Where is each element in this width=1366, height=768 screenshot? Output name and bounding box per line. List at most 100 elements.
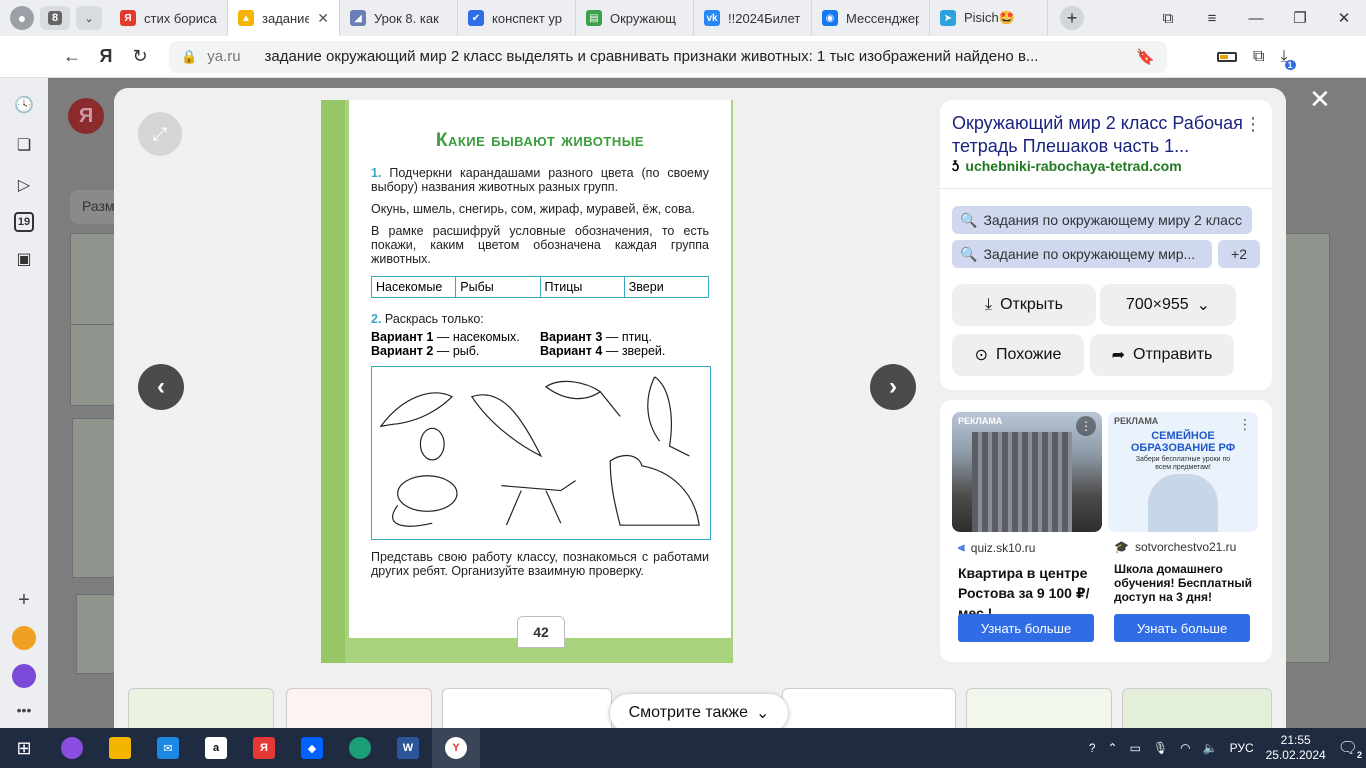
related-image-thumbnail[interactable]: [966, 688, 1112, 728]
source-favicon-icon: Ꮌ: [952, 158, 960, 174]
share-button[interactable]: ➦ Отправить: [1090, 334, 1234, 376]
browser-tab[interactable]: ▲ задание о ✕: [228, 0, 340, 36]
related-image-thumbnail[interactable]: [442, 688, 612, 728]
file-explorer-icon[interactable]: [96, 728, 144, 768]
similar-label: Похожие: [996, 346, 1062, 363]
tab-count-button[interactable]: 8: [40, 6, 70, 30]
related-query-chip[interactable]: 🔍 Задания по окружающему миру 2 класс: [952, 206, 1252, 234]
titmouse-drawing: [647, 376, 690, 457]
chevron-down-icon[interactable]: ⌄: [76, 6, 102, 30]
lock-icon[interactable]: 🔒: [181, 49, 197, 65]
word-icon[interactable]: W: [384, 728, 432, 768]
notifications-icon[interactable]: 🗨 2: [1338, 738, 1362, 760]
help-icon[interactable]: ?: [1089, 741, 1096, 755]
grasshopper-drawing: [501, 480, 576, 526]
reload-icon[interactable]: ↻: [123, 46, 157, 67]
extensions-icon[interactable]: ⧉: [1253, 48, 1264, 66]
tab-favicon-icon: Я: [120, 10, 136, 26]
bookmark-icon[interactable]: 🔖: [1136, 48, 1155, 66]
close-window-button[interactable]: ✕: [1322, 9, 1366, 27]
volume-icon[interactable]: 🔈: [1203, 741, 1218, 755]
learn-more-button[interactable]: Узнать больше: [958, 614, 1094, 642]
legend-table: Насекомые Рыбы Птицы Звери: [371, 276, 709, 298]
close-tab-icon[interactable]: ✕: [317, 10, 329, 27]
chevron-up-icon[interactable]: ⌃: [1108, 741, 1118, 755]
more-chips-button[interactable]: +2: [1218, 240, 1260, 268]
graduation-cap-icon: 🎓: [1114, 540, 1129, 554]
download-icon: ⤓: [985, 296, 993, 313]
ads-panel: РЕКЛАМА ⋮ ⪡ quiz.sk10.ru Квартира в центр…: [940, 400, 1272, 662]
tab-label: !!2024Билет: [728, 10, 801, 26]
history-icon[interactable]: 🕓: [11, 92, 37, 118]
previous-image-button[interactable]: ‹: [138, 364, 184, 410]
battery-tray-icon[interactable]: ▭: [1130, 741, 1141, 755]
clock[interactable]: 21:55 25.02.2024: [1266, 733, 1326, 763]
profile-avatar[interactable]: ●: [10, 6, 34, 30]
browser-tab[interactable]: ▤ Окружающ: [576, 0, 694, 36]
menu-icon[interactable]: ≡: [1190, 10, 1234, 27]
add-icon[interactable]: +: [18, 589, 30, 612]
see-also-button[interactable]: Смотрите также ⌄: [609, 693, 789, 733]
related-query-chip[interactable]: 🔍 Задание по окружающему мир...: [952, 240, 1212, 268]
tab-label: Мессенджер: [846, 10, 919, 26]
related-image-thumbnail[interactable]: [1122, 688, 1272, 728]
related-image-thumbnail[interactable]: [286, 688, 432, 728]
browser-tab[interactable]: ◢ Урок 8. как: [340, 0, 458, 36]
battery-icon[interactable]: [1217, 51, 1237, 62]
amazon-icon[interactable]: a: [192, 728, 240, 768]
ad-domain: ⪡ quiz.sk10.ru: [958, 540, 1102, 555]
next-image-button[interactable]: ›: [870, 364, 916, 410]
back-icon[interactable]: ←: [55, 46, 89, 67]
variant-label: Вариант 3: [540, 330, 603, 344]
more-options-icon[interactable]: ⋮: [1076, 416, 1096, 436]
yandex-browser-taskbar-icon[interactable]: Я: [240, 728, 288, 768]
variants: Вариант 1 — насекомых. Вариант 3 — птиц.…: [371, 330, 709, 358]
source-link[interactable]: Ꮌuchebniki-rabochaya-tetrad.com: [952, 158, 1182, 175]
url-field[interactable]: 🔒 ya.ru задание окружающий мир 2 класс в…: [169, 40, 1167, 73]
ad-card[interactable]: РЕКЛАМА ⋮ ⪡ quiz.sk10.ru Квартира в центр…: [952, 412, 1102, 650]
more-options-icon[interactable]: ⋮: [1244, 114, 1262, 135]
app-icon[interactable]: [12, 626, 36, 650]
yandex-active-icon[interactable]: Y: [432, 728, 480, 768]
dropbox-icon[interactable]: ◆: [288, 728, 336, 768]
browser-tab[interactable]: ➤ Pisich🤩: [930, 0, 1048, 36]
open-button[interactable]: ⤓ Открыть: [952, 284, 1096, 326]
goldfish-drawing: [544, 380, 621, 417]
screenshot-icon[interactable]: ▣: [11, 246, 37, 272]
new-tab-button[interactable]: +: [1060, 6, 1084, 30]
more-options-icon[interactable]: ⋮: [1238, 416, 1252, 433]
microphone-icon[interactable]: 🎙: [1153, 741, 1168, 755]
bookmarks-icon[interactable]: ⧉: [1146, 10, 1190, 27]
language-indicator[interactable]: РУС: [1230, 741, 1254, 755]
play-icon[interactable]: ▷: [11, 172, 37, 198]
edge-icon[interactable]: [336, 728, 384, 768]
alice-icon[interactable]: [12, 664, 36, 688]
mail-icon[interactable]: ✉: [144, 728, 192, 768]
yandex-icon[interactable]: Я: [89, 46, 123, 67]
windows-start-icon[interactable]: ⊞: [0, 728, 48, 768]
close-icon[interactable]: ✕: [1309, 84, 1331, 115]
calendar-icon[interactable]: 19: [14, 212, 34, 232]
related-image-thumbnail[interactable]: [782, 688, 956, 728]
variant-label: Вариант 1: [371, 330, 434, 344]
frame-text: В рамке расшифруй условные обозначения, …: [371, 224, 709, 266]
minimize-button[interactable]: —: [1234, 10, 1278, 27]
browser-tab[interactable]: ◉ Мессенджер: [812, 0, 930, 36]
ad-card[interactable]: РЕКЛАМА ⋮ СЕМЕЙНОЕ ОБРАЗОВАНИЕ РФ Забери…: [1108, 412, 1258, 650]
restore-button[interactable]: ❐: [1278, 9, 1322, 27]
expand-icon[interactable]: ⤢: [138, 112, 182, 156]
learn-more-button[interactable]: Узнать больше: [1114, 614, 1250, 642]
browser-tab[interactable]: ✔ конспект ур: [458, 0, 576, 36]
source-title-link[interactable]: Окружающий мир 2 класс Рабочая тетрадь П…: [952, 112, 1252, 158]
more-icon[interactable]: •••: [17, 702, 32, 718]
ad-image-title: СЕМЕЙНОЕ ОБРАЗОВАНИЕ РФ: [1130, 430, 1236, 454]
browser-tab[interactable]: Ястих бориса: [110, 0, 228, 36]
collections-icon[interactable]: ❏: [11, 132, 37, 158]
downloads-icon[interactable]: ⤓ 1: [1280, 48, 1296, 70]
similar-button[interactable]: ⊙ Похожие: [952, 334, 1084, 376]
browser-tab[interactable]: vk !!2024Билет: [694, 0, 812, 36]
size-select[interactable]: 700×955 ⌄: [1100, 284, 1236, 326]
alice-taskbar-icon[interactable]: [48, 728, 96, 768]
wifi-icon[interactable]: ◠: [1180, 741, 1190, 755]
related-image-thumbnail[interactable]: [128, 688, 274, 728]
